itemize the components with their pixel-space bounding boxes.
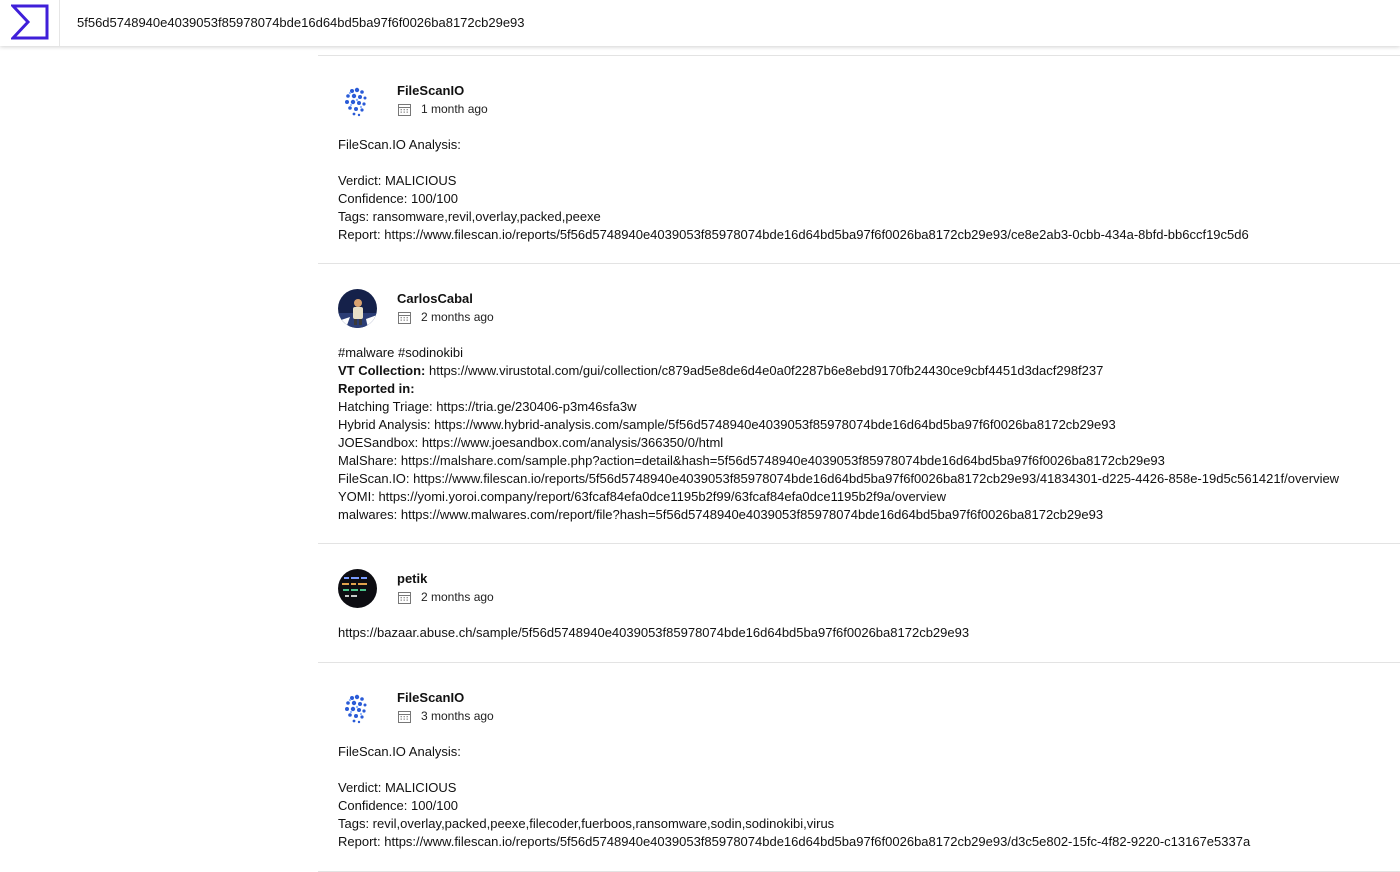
comment-line: YOMI: https://yomi.yoroi.company/report/… [338,488,947,504]
comment-line: Confidence: 100/100 [338,798,458,814]
comment-body: FileScan.IO Analysis: Verdict: MALICIOUS… [318,125,1400,263]
comment-card: CarlosCabal 2 months ago #malware #sodin… [318,264,1400,545]
comment-date: 2 months ago [397,589,494,605]
top-bar: 5f56d5748940e4039053f85978074bde16d64bd5… [0,0,1400,46]
vt-collection-line: VT Collection: https://www.virustotal.co… [338,362,1380,380]
comment-line: Verdict: MALICIOUS [338,780,457,796]
sigma-logo-icon [11,4,49,40]
comment-body: #malware #sodinokibi VT Collection: http… [318,333,1400,543]
comment-line: https://bazaar.abuse.ch/sample/5f56d5748… [338,625,970,641]
logo-button[interactable] [0,0,60,46]
author-name[interactable]: FileScanIO [397,83,464,98]
comment-line: Report: https://www.filescan.io/reports/… [338,226,1249,242]
comment-line: Tags: revil,overlay,packed,peexe,filecod… [338,816,835,831]
comment-body: FileScan.IO Analysis: Verdict: MALICIOUS… [318,732,1400,870]
calendar-icon [398,311,411,324]
comment-line: MalShare: https://malshare.com/sample.ph… [338,452,1165,468]
comment-line: FileScan.IO Analysis: [338,744,461,760]
date-label: 1 month ago [421,102,488,116]
comment-line: FileScan.IO: https://www.filescan.io/rep… [338,470,1340,486]
filescan-avatar[interactable] [338,81,377,120]
comment-line: Verdict: MALICIOUS [338,172,457,188]
photo-avatar[interactable] [338,289,377,329]
comment-line: FileScan.IO Analysis: [338,137,461,152]
calendar-icon [398,591,411,604]
comment-card: petik 2 months ago https://bazaar.abuse.… [318,544,1400,664]
author-name[interactable]: petik [397,571,427,586]
filescan-avatar[interactable] [338,688,377,728]
comment-line: Tags: ransomware,revil,overlay,packed,pe… [338,208,601,224]
comment-line: malwares: https://www.malwares.com/repor… [338,506,1104,522]
author-name[interactable]: FileScanIO [397,690,464,705]
date-label: 2 months ago [421,310,494,325]
comment-line: Confidence: 100/100 [338,190,458,206]
vt-collection-link[interactable]: https://www.virustotal.com/gui/collectio… [425,363,1103,378]
vt-collection-label: VT Collection: [338,363,426,379]
comment-line: #malware #sodinokibi [338,345,464,361]
code-avatar[interactable] [338,569,377,609]
comment-card: FileScanIO 3 months ago FileScan.IO Anal… [318,663,1400,872]
author-name[interactable]: CarlosCabal [397,291,473,306]
date-label: 2 months ago [421,590,494,605]
comment-line: Report: https://www.filescan.io/reports/… [338,833,1251,849]
comment-line: Hatching Triage: https://tria.ge/230406-… [338,399,637,415]
comment-card: FileScanIO 1 month ago FileScan.IO Analy… [318,56,1400,265]
calendar-icon [398,710,411,723]
date-label: 3 months ago [421,709,494,724]
comments-feed: FileScanIO 1 month ago FileScan.IO Analy… [318,55,1400,872]
comment-date: 1 month ago [397,101,488,117]
comment-date: 2 months ago [397,309,494,325]
comment-date: 3 months ago [397,708,494,724]
search-input[interactable]: 5f56d5748940e4039053f85978074bde16d64bd5… [77,15,525,30]
calendar-icon [398,103,411,116]
comment-line: JOESandbox: https://www.joesandbox.com/a… [338,434,724,450]
reported-in-label: Reported in: [338,381,415,397]
comment-line: Hybrid Analysis: https://www.hybrid-anal… [338,417,1116,433]
comment-body: https://bazaar.abuse.ch/sample/5f56d5748… [318,613,1400,662]
